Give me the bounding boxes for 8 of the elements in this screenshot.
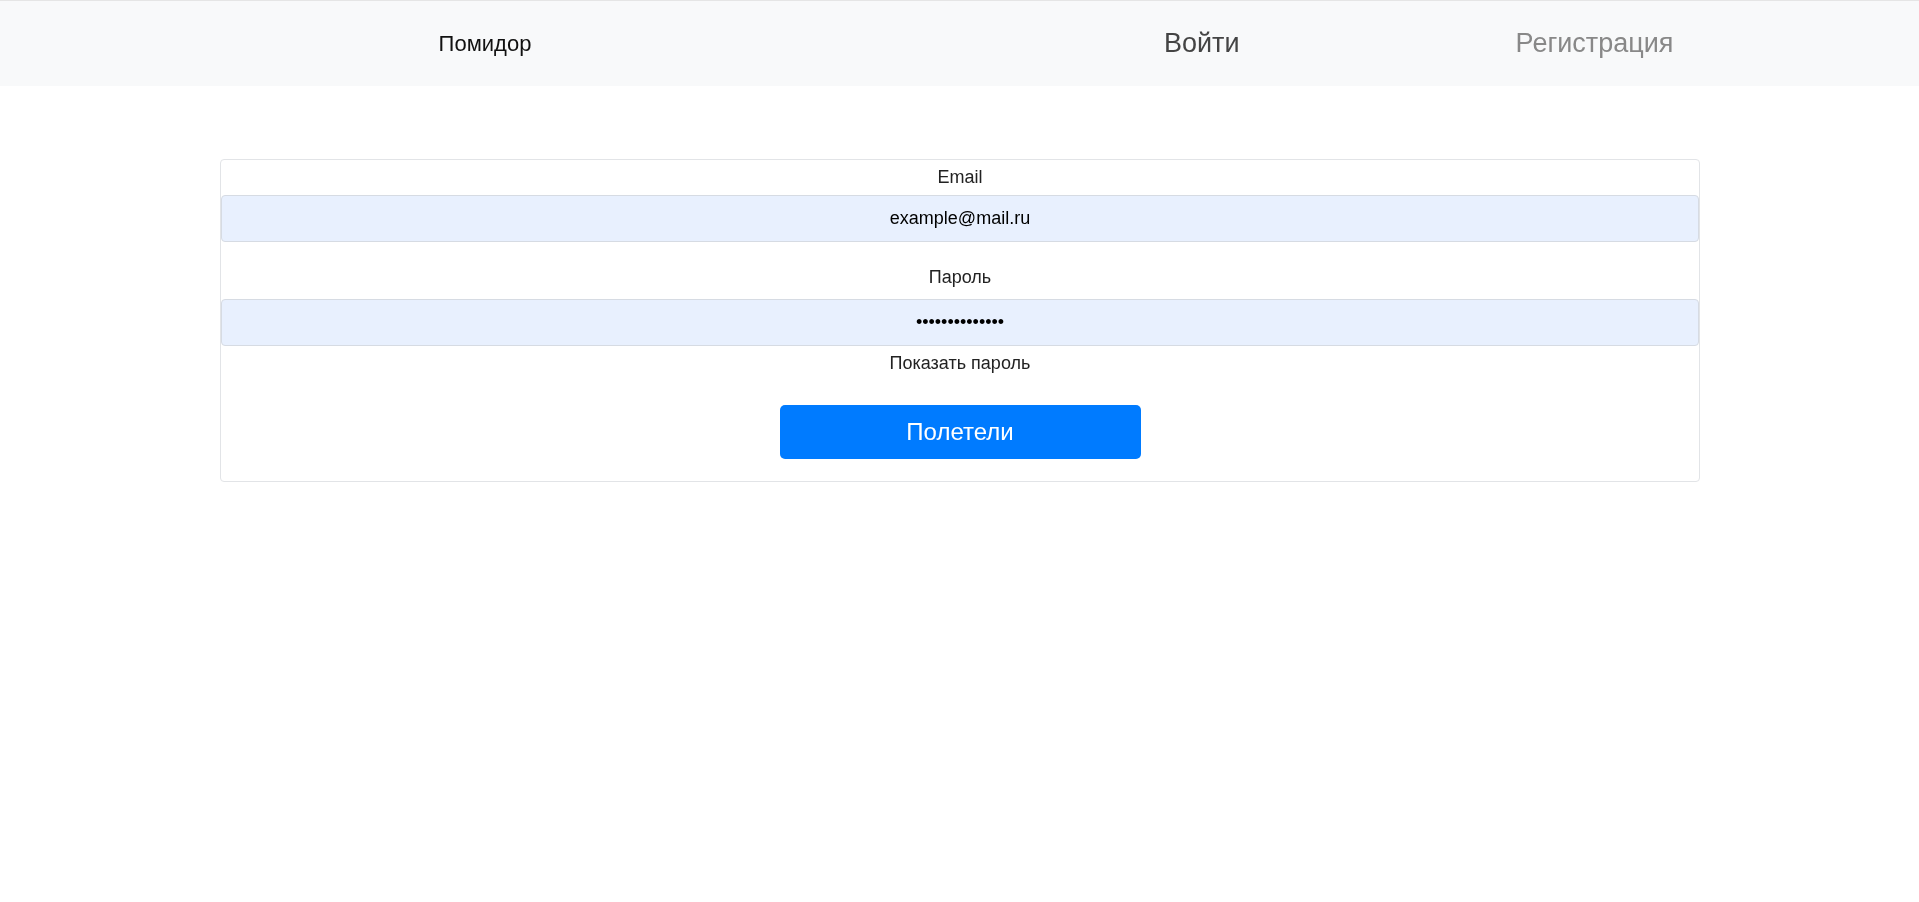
email-field[interactable]: example@mail.ru — [221, 195, 1699, 242]
field-label: Пароль — [928, 266, 992, 289]
brand-link[interactable]: Помидор — [438, 27, 532, 60]
field-label: Email — [937, 166, 983, 189]
submit-button[interactable]: Полетели — [779, 405, 1141, 459]
password-field[interactable]: •••••••••••••• — [221, 299, 1699, 346]
nav-link[interactable]: Войти — [1164, 23, 1240, 64]
show-password-label[interactable]: Показать пароль — [889, 350, 1031, 377]
